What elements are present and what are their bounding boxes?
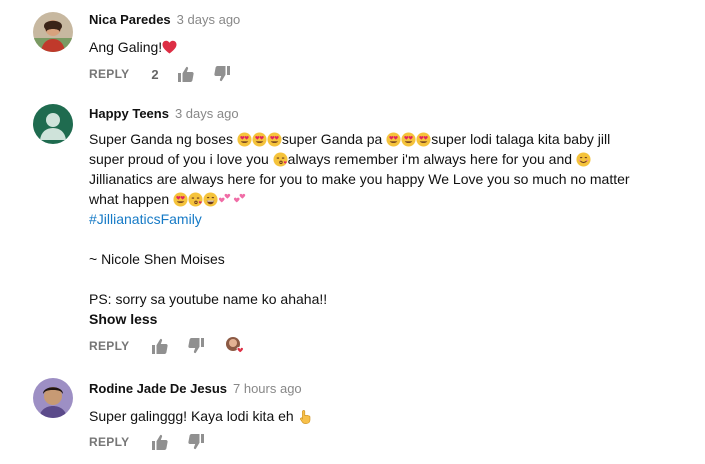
comment-author[interactable]: Rodine Jade De Jesus <box>89 381 227 396</box>
comment-timestamp[interactable]: 3 days ago <box>175 106 239 121</box>
like-count: 2 <box>151 66 159 82</box>
comment-actions: REPLY 2 <box>89 64 231 84</box>
kiss-emoji-icon <box>188 192 203 207</box>
comment-text-line: Super Ganda ng boses <box>89 131 237 147</box>
avatar[interactable] <box>33 104 73 144</box>
comment-text-line: super Ganda pa <box>281 131 387 147</box>
comment-text: Super galinggg! Kaya lodi kita eh <box>89 406 685 426</box>
comment-text-line: what happen <box>89 191 174 207</box>
heart-eyes-emoji-icon <box>252 132 267 147</box>
reply-button[interactable]: REPLY <box>89 435 129 449</box>
thumbs-down-icon[interactable] <box>187 433 205 451</box>
comment-text-line: Jillianatics are always here for you to … <box>89 171 630 187</box>
heart-eyes-emoji-icon <box>416 132 431 147</box>
heart-eyes-emoji-icon <box>267 132 282 147</box>
pink-hearts-emoji-icon <box>218 192 233 207</box>
show-less-button[interactable]: Show less <box>89 311 685 327</box>
comment-text-line: ~ Nicole Shen Moises <box>89 251 225 267</box>
comment-timestamp[interactable]: 7 hours ago <box>233 381 302 396</box>
thumbs-down-icon[interactable] <box>187 337 205 355</box>
comment-actions: REPLY <box>89 432 205 452</box>
comment-text-content: Super galinggg! Kaya lodi kita eh <box>89 408 298 424</box>
comment-author[interactable]: Happy Teens <box>89 106 169 121</box>
avatar[interactable] <box>33 12 73 52</box>
smile-emoji-icon <box>576 152 591 167</box>
comment-text-line: super proud of you i love you <box>89 151 273 167</box>
reply-button[interactable]: REPLY <box>89 339 129 353</box>
comment-text-line: PS: sorry sa youtube name ko ahaha!! <box>89 291 328 307</box>
reply-button[interactable]: REPLY <box>89 67 129 81</box>
comment-text: Super Ganda ng boses super Ganda pa supe… <box>89 129 685 309</box>
creator-heart-badge <box>225 336 247 356</box>
comment-timestamp[interactable]: 3 days ago <box>177 12 241 27</box>
avatar[interactable] <box>33 378 73 418</box>
thumbs-down-icon[interactable] <box>213 65 231 83</box>
creator-avatar-icon <box>226 337 245 354</box>
heart-eyes-emoji-icon <box>386 132 401 147</box>
kiss-emoji-icon <box>273 152 288 167</box>
hashtag-link[interactable]: #JillianaticsFamily <box>89 209 685 229</box>
comment-text-line: super lodi talaga kita baby jill <box>431 131 611 147</box>
comment-text-line: always remember i'm always here for you … <box>287 151 576 167</box>
grin-emoji-icon <box>203 192 218 207</box>
comment-text: Ang Galing! <box>89 37 685 57</box>
thumbs-up-icon[interactable] <box>177 65 195 83</box>
comment-author[interactable]: Nica Paredes <box>89 12 171 27</box>
heart-eyes-emoji-icon <box>237 132 252 147</box>
heart-eyes-emoji-icon <box>401 132 416 147</box>
heart-emoji-icon <box>162 40 177 54</box>
comment-actions: REPLY <box>89 336 247 356</box>
thumbs-up-icon[interactable] <box>151 337 169 355</box>
pointing-up-hand-icon <box>298 409 313 424</box>
heart-eyes-emoji-icon <box>173 192 188 207</box>
thumbs-up-icon[interactable] <box>151 433 169 451</box>
pink-hearts-emoji-icon <box>233 192 248 207</box>
comment-text-content: Ang Galing! <box>89 39 163 55</box>
